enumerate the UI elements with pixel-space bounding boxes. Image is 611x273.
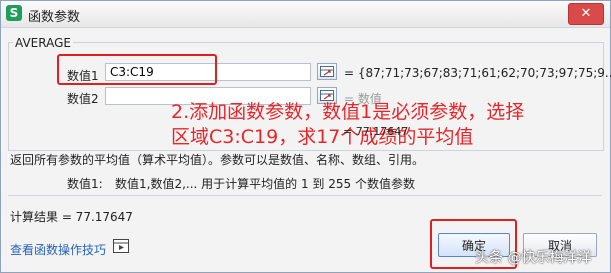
annotation-line-1: 2.添加函数参数，数值1是必须参数，选择 [171, 101, 525, 123]
dialog-title: 函数参数 [28, 10, 81, 25]
source-watermark: 头条 @快乐梅洋洋 [475, 250, 592, 266]
close-button[interactable]: ✕ [568, 3, 604, 25]
arg1-highlight-box [57, 54, 217, 85]
arg1-evaluated-value: = {87;71;73;67;83;71;61;62;70;73;97;75;9… [344, 66, 611, 80]
calculation-result: 计算结果 = 77.17647 [10, 210, 133, 224]
function-inline-result: = 77.17647 [343, 125, 409, 138]
arg1-range-select-button[interactable] [317, 63, 337, 80]
wps-spreadsheet-icon: S [6, 5, 22, 21]
arg-description-name: 数值1: [67, 177, 103, 191]
function-description: 返回所有参数的平均值（算术平均值）。参数可以是数值、名称、数组、引用。 [10, 153, 425, 167]
function-arguments-dialog: S 函数参数 ✕ AVERAGE 数值1 = {87;71;73;67;83;7… [0, 0, 611, 273]
video-tutorial-icon[interactable] [113, 239, 129, 253]
function-tips-link[interactable]: 查看函数操作技巧 [10, 241, 106, 258]
divider [8, 195, 602, 196]
title-bar: S 函数参数 ✕ [1, 1, 610, 28]
arg-description-text: 数值1,数值2,... 用于计算平均值的 1 到 255 个数值参数 [115, 177, 415, 191]
range-select-icon [320, 66, 334, 77]
function-name-label: AVERAGE [13, 36, 73, 50]
arg2-label: 数值2 [67, 92, 99, 106]
